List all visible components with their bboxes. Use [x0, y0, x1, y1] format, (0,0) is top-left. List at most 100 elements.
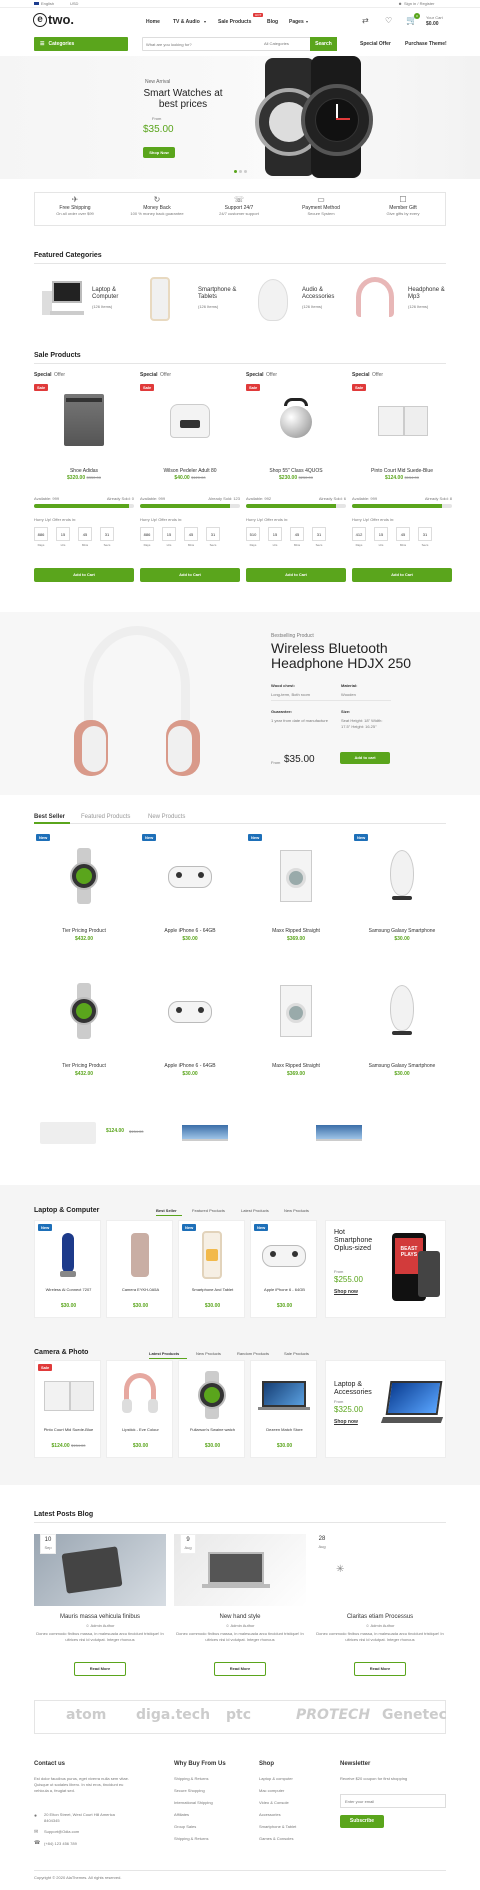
product-name[interactable]: Pinto Court Mid Suede-Blue: [37, 1427, 100, 1432]
account-link[interactable]: Sign in / Register: [404, 1, 434, 6]
nav-home[interactable]: Home: [146, 19, 160, 25]
product-card[interactable]: Apple iPhone 6 - 64GB $30.00: [140, 967, 240, 1093]
product-name[interactable]: Lipstick - Eve Colour: [109, 1427, 172, 1432]
footer-shop-link[interactable]: Mac computer: [259, 1788, 284, 1793]
product-name[interactable]: Wilson Pedeler Adult 80: [140, 468, 240, 474]
sale-product-card[interactable]: Special Offer Sale Shop 55" Class 4QUOS $230…: [246, 372, 346, 587]
footer-why-link[interactable]: Shipping & Returns: [174, 1776, 208, 1781]
subscribe-button[interactable]: Subscribe: [340, 1815, 384, 1828]
search-input[interactable]: [146, 39, 256, 49]
product-card[interactable]: New Apple iPhone 6 - 64GB $30.00: [250, 1220, 317, 1318]
product-card[interactable]: New Wireless Ai Connect 7207 $30.00: [34, 1220, 101, 1318]
brand-logo-atom[interactable]: atom: [66, 1707, 106, 1723]
camera-ad-banner[interactable]: Laptop & Accessories From $325.00 Shop n…: [325, 1360, 446, 1458]
compare-icon[interactable]: ⇄: [362, 16, 369, 25]
post-title[interactable]: Claritas etiam Processus: [314, 1614, 446, 1620]
tab-laptop-best-seller[interactable]: Best Seller: [156, 1208, 177, 1213]
tab-best-seller[interactable]: Best Seller: [34, 814, 65, 820]
slider-dot-3[interactable]: [244, 170, 247, 173]
blog-post-card[interactable]: 10 Sep Mauris massa vehicula finibus ☺ Admi…: [34, 1534, 166, 1684]
sale-product-card[interactable]: Special Offer Sale Pinto Court Mid Suede-Bl…: [352, 372, 452, 587]
slider-dot-2[interactable]: [239, 170, 242, 173]
product-name[interactable]: Samsung Galaxy Smartphone: [352, 928, 452, 934]
product-card[interactable]: Camera EYKH-0A5A $30.00: [106, 1220, 173, 1318]
category-audio[interactable]: Audio & Accessories (126 Items): [246, 273, 346, 328]
footer-why-link[interactable]: Group Sales: [174, 1824, 196, 1829]
product-name[interactable]: Apple iPhone 6 - 64GB: [253, 1287, 316, 1292]
add-to-cart-button[interactable]: Add to Cart: [352, 568, 452, 582]
footer-why-link[interactable]: International Shipping: [174, 1800, 213, 1805]
post-title[interactable]: New hand style: [174, 1614, 306, 1620]
product-name[interactable]: Apple iPhone 6 - 64GB: [140, 1063, 240, 1069]
tab-camera-random[interactable]: Random Products: [237, 1351, 269, 1356]
special-offer-link[interactable]: Special Offer: [360, 41, 391, 47]
add-to-cart-button[interactable]: Add to Cart: [246, 568, 346, 582]
nav-pages[interactable]: Pages: [289, 19, 304, 25]
read-more-button[interactable]: Read More: [214, 1662, 266, 1676]
blog-post-card[interactable]: 9 Aug New hand style ☺ Admin Author Donec co…: [174, 1534, 306, 1684]
product-name[interactable]: Maxx Ripped Straight: [246, 928, 346, 934]
footer-shop-link[interactable]: Video & Console: [259, 1800, 289, 1805]
categories-button[interactable]: ☰ Categories: [34, 37, 128, 51]
tab-camera-sale[interactable]: Sale Products: [284, 1351, 309, 1356]
product-card[interactable]: New Tier Pricing Product $432.00: [34, 832, 134, 958]
add-to-cart-button[interactable]: Add to Cart: [140, 568, 240, 582]
footer-shop-link[interactable]: Games & Consoles: [259, 1836, 293, 1841]
product-card[interactable]: New Apple iPhone 6 - 64GB $30.00: [140, 832, 240, 958]
footer-shop-link[interactable]: Accessories: [259, 1812, 281, 1817]
product-card[interactable]: New Samsung Galaxy Smartphone $30.00: [352, 832, 452, 958]
footer-why-link[interactable]: Secure Shopping: [174, 1788, 205, 1793]
nav-sale-products[interactable]: Sale Products: [218, 19, 251, 25]
sale-product-card[interactable]: Special Offer Sale Shoe Adidas $320.00 $350.…: [34, 372, 134, 587]
brand-logo-ptc[interactable]: ptc: [226, 1707, 251, 1723]
product-card[interactable]: Maxx Ripped Straight $369.00: [246, 967, 346, 1093]
product-name[interactable]: Fullarson's Swaine watch: [181, 1427, 244, 1432]
tab-new-products[interactable]: New Products: [148, 814, 185, 820]
tab-featured-products[interactable]: Featured Products: [81, 814, 130, 820]
read-more-button[interactable]: Read More: [354, 1662, 406, 1676]
product-name[interactable]: Dezeen Match Store: [253, 1427, 316, 1432]
product-card[interactable]: Dezeen Match Store $30.00: [250, 1360, 317, 1458]
laptop-ad-banner[interactable]: Hot Smartphone Oplus-sized From $255.00 …: [325, 1220, 446, 1318]
product-card[interactable]: Sale Pinto Court Mid Suede-Blue $124.00 $1…: [34, 1360, 101, 1458]
product-card[interactable]: Fullarson's Swaine watch $30.00: [178, 1360, 245, 1458]
brand-logo-genetec[interactable]: Genetec: [382, 1707, 447, 1723]
category-select[interactable]: All Categories: [264, 41, 289, 46]
product-name[interactable]: Apple iPhone 6 - 64GB: [140, 928, 240, 934]
language-select[interactable]: English: [41, 1, 54, 6]
tab-laptop-featured[interactable]: Featured Products: [192, 1208, 225, 1213]
product-name[interactable]: Tier Pricing Product: [34, 928, 134, 934]
product-name[interactable]: Maxx Ripped Straight: [246, 1063, 346, 1069]
newsletter-email-input[interactable]: [340, 1794, 446, 1808]
tab-laptop-latest[interactable]: Latest Products: [241, 1208, 269, 1213]
hero-shop-now-button[interactable]: Shop Now: [143, 147, 175, 158]
tab-camera-new[interactable]: New Products: [196, 1351, 221, 1356]
sale-product-card[interactable]: Special Offer Sale Wilson Pedeler Adult 80 $…: [140, 372, 240, 587]
currency-select[interactable]: USD: [70, 1, 78, 6]
search-button[interactable]: Search: [310, 37, 337, 51]
blog-post-card[interactable]: ✳ 28 Aug Claritas etiam Processus ☺ Admin Au…: [314, 1534, 446, 1684]
wishlist-icon[interactable]: ♡: [385, 16, 392, 25]
ad-shop-now-link[interactable]: Shop now: [334, 1289, 358, 1295]
footer-why-link[interactable]: Shipping & Returns: [174, 1836, 208, 1841]
site-logo[interactable]: e two.: [33, 12, 74, 27]
product-name[interactable]: Smartphone And Tablet: [181, 1287, 244, 1292]
product-name[interactable]: Shoe Adidas: [34, 468, 134, 474]
footer-shop-link[interactable]: Laptop & computer: [259, 1776, 293, 1781]
add-to-cart-button[interactable]: Add to Cart: [34, 568, 134, 582]
product-card[interactable]: Tier Pricing Product $432.00: [34, 967, 134, 1093]
product-name[interactable]: Samsung Galaxy Smartphone: [352, 1063, 452, 1069]
category-smartphone[interactable]: Smartphone & Tablets (126 Items): [140, 273, 240, 328]
tab-laptop-new[interactable]: New Products: [284, 1208, 309, 1213]
purchase-theme-link[interactable]: Purchase Theme!: [405, 41, 447, 47]
brand-logo-protech[interactable]: PROTECH: [296, 1707, 370, 1723]
post-title[interactable]: Mauris massa vehicula finibus: [34, 1614, 166, 1620]
category-laptop[interactable]: Laptop & Computer (126 Items): [34, 273, 134, 328]
promo-add-to-cart-button[interactable]: Add to cart: [340, 752, 390, 764]
brand-logo-digatech[interactable]: diga.tech: [136, 1707, 210, 1723]
product-card[interactable]: New Maxx Ripped Straight $369.00: [246, 832, 346, 958]
product-name[interactable]: Camera EYKH-0A5A: [109, 1287, 172, 1292]
footer-why-link[interactable]: Affiliates: [174, 1812, 189, 1817]
tab-camera-latest[interactable]: Latest Products: [149, 1351, 179, 1356]
product-card[interactable]: New Smartphone And Tablet $30.00: [178, 1220, 245, 1318]
